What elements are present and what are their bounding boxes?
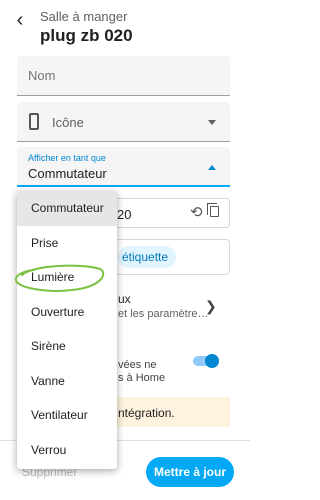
name-field[interactable]: Nom — [17, 56, 230, 96]
show-as-dropdown-menu: Commutateur Prise Lumière Ouverture Sirè… — [17, 191, 117, 469]
menu-option-lumiere[interactable]: Lumière — [17, 260, 117, 295]
update-button[interactable]: Mettre à jour — [146, 457, 234, 487]
refresh-icon[interactable]: ⟲ — [190, 203, 203, 221]
icon-picker-field[interactable]: Icône — [17, 102, 230, 142]
visibility-text-line-1: vées ne — [118, 359, 157, 371]
advanced-settings-subtitle: et les paramètre… — [118, 308, 209, 320]
back-button[interactable]: ‹ — [10, 8, 30, 32]
area-subtitle: Salle à manger — [40, 9, 128, 24]
device-title: plug zb 020 — [40, 26, 133, 45]
advanced-settings-title[interactable]: ux — [118, 292, 131, 306]
show-as-value: Commutateur — [28, 166, 107, 181]
menu-option-ventilateur[interactable]: Ventilateur — [17, 398, 117, 433]
caret-up-icon — [208, 165, 216, 170]
visibility-text-line-2: s à Home — [118, 372, 166, 384]
chevron-right-icon[interactable]: ❯ — [205, 298, 217, 315]
menu-option-vanne[interactable]: Vanne — [17, 364, 117, 399]
add-label-chip[interactable]: étiquette — [118, 246, 177, 268]
menu-option-prise[interactable]: Prise — [17, 226, 117, 261]
name-placeholder: Nom — [28, 68, 56, 83]
menu-option-sirene[interactable]: Sirène — [17, 329, 117, 364]
visibility-toggle[interactable] — [193, 354, 219, 368]
arrow-back-icon: ‹ — [16, 9, 24, 31]
menu-option-verrou[interactable]: Verrou — [17, 433, 117, 468]
cellphone-icon — [29, 113, 39, 130]
entity-id-suffix: 20 — [117, 207, 132, 222]
show-as-select[interactable]: Afficher en tant que Commutateur — [17, 147, 230, 187]
menu-option-ouverture[interactable]: Ouverture — [17, 295, 117, 330]
icon-field-label: Icône — [52, 115, 84, 130]
menu-option-commutateur[interactable]: Commutateur — [17, 191, 117, 226]
show-as-label: Afficher en tant que — [28, 153, 106, 163]
caret-down-icon — [208, 120, 216, 125]
copy-icon[interactable] — [207, 203, 219, 217]
integration-warning-text: ntégration. — [118, 406, 175, 420]
toggle-knob — [205, 354, 219, 368]
